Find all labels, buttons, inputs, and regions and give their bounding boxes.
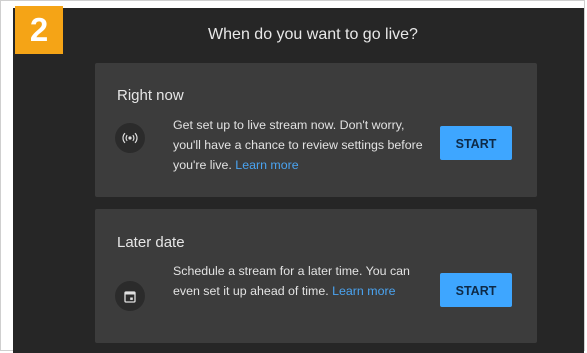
option-title: Right now <box>117 87 184 104</box>
option-description: Get set up to live stream now. Don't wor… <box>173 115 423 175</box>
option-card-right-now[interactable]: Right now Get set up to live stream now.… <box>95 63 537 197</box>
broadcast-icon-glyph <box>122 132 138 144</box>
option-card-later-date[interactable]: Later date Schedule a stream for a later… <box>95 209 537 343</box>
step-number-badge: 2 <box>15 6 63 54</box>
option-title: Later date <box>117 234 185 251</box>
learn-more-link[interactable]: Learn more <box>332 284 395 298</box>
learn-more-link[interactable]: Learn more <box>235 158 298 172</box>
dialog-title: When do you want to go live? <box>208 26 418 43</box>
go-live-dialog: When do you want to go live? Right now G… <box>13 8 584 353</box>
calendar-icon <box>115 281 145 311</box>
schedule-start-button[interactable]: START <box>440 273 512 307</box>
broadcast-icon <box>115 123 145 153</box>
option-description: Schedule a stream for a later time. You … <box>173 261 423 301</box>
calendar-icon-glyph <box>124 290 136 303</box>
start-now-button[interactable]: START <box>440 126 512 160</box>
